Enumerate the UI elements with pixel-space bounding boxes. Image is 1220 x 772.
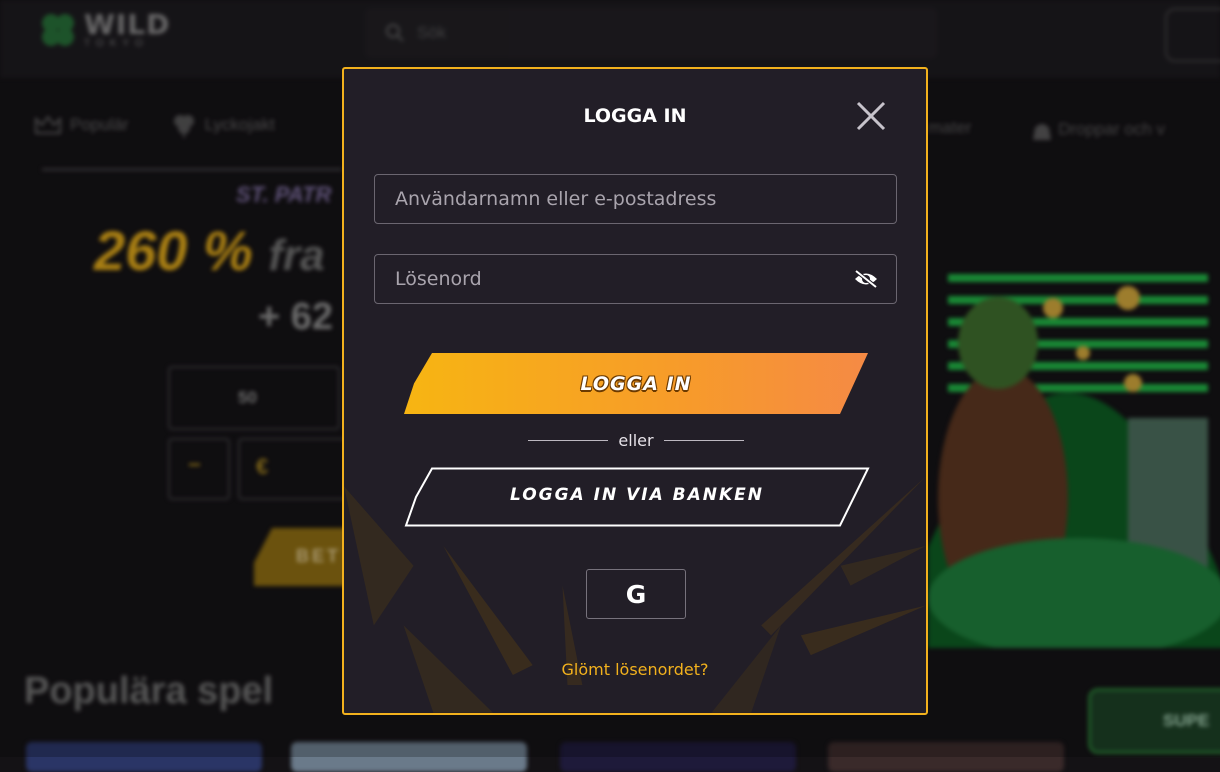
login-modal: LOGGA IN LOGGA IN eller LOGGA IN VIA BAN… — [342, 67, 928, 715]
google-icon: G — [625, 579, 647, 609]
separator-label: eller — [618, 431, 654, 450]
or-separator: eller — [528, 431, 744, 450]
login-button[interactable]: LOGGA IN — [404, 353, 868, 414]
modal-title: LOGGA IN — [583, 105, 687, 127]
separator-line — [528, 440, 609, 441]
bank-login-label: LOGGA IN VIA BANKEN — [509, 485, 765, 505]
separator-line — [663, 440, 744, 441]
login-button-label: LOGGA IN — [580, 372, 692, 395]
forgot-password-link[interactable]: Glömt lösenordet? — [344, 660, 926, 679]
username-field[interactable] — [374, 174, 897, 224]
close-icon[interactable] — [854, 99, 888, 133]
google-login-button[interactable]: G — [586, 569, 686, 619]
eye-off-icon[interactable] — [853, 268, 879, 290]
password-field[interactable] — [374, 254, 897, 304]
bank-login-button[interactable]: LOGGA IN VIA BANKEN — [404, 467, 870, 527]
